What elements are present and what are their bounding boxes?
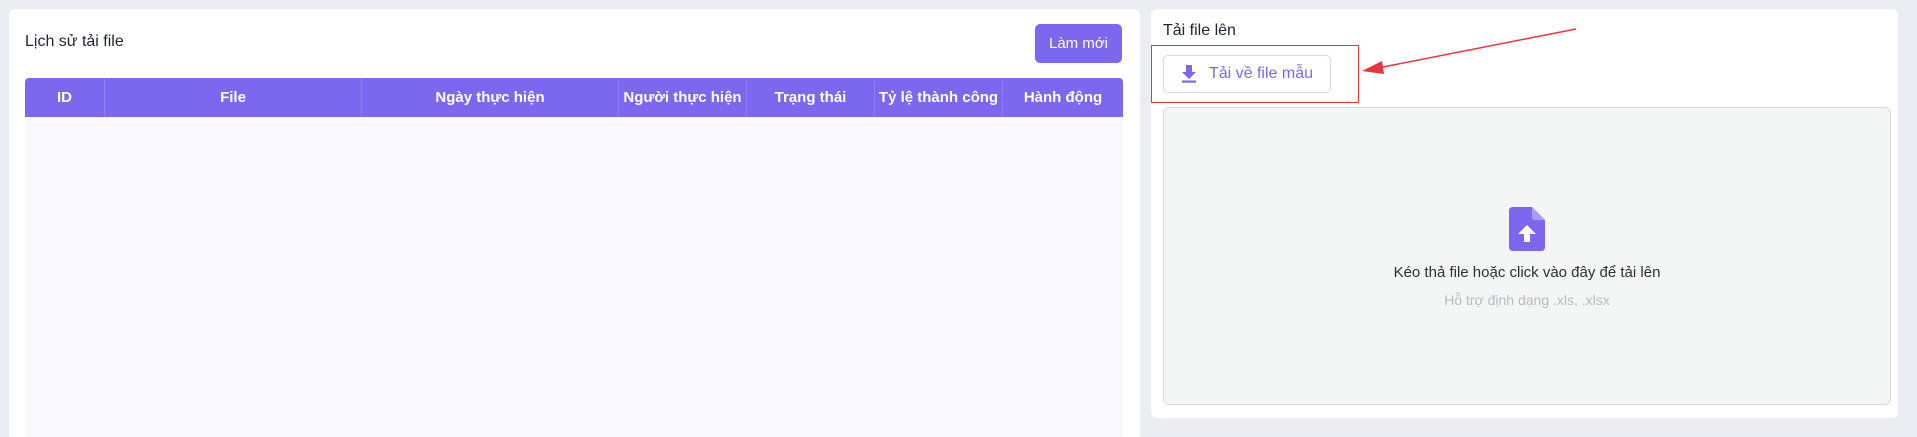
column-header-id[interactable]: ID (25, 78, 105, 117)
upload-title: Tải file lên (1163, 22, 1236, 39)
download-icon (1181, 65, 1197, 83)
column-header-file[interactable]: File (105, 78, 362, 117)
file-upload-icon (1509, 207, 1545, 256)
history-card: Lịch sử tải file Làm mới ID File Ngày th… (9, 9, 1140, 437)
history-table: ID File Ngày thực hiện Người thực hiện T… (25, 78, 1123, 437)
column-header-status[interactable]: Trạng thái (747, 78, 875, 117)
download-template-label: Tải về file mẫu (1208, 65, 1314, 82)
column-header-date[interactable]: Ngày thực hiện (362, 78, 619, 117)
refresh-button[interactable]: Làm mới (1035, 24, 1122, 63)
column-header-success-rate[interactable]: Tỷ lệ thành công (875, 78, 1003, 117)
table-header: ID File Ngày thực hiện Người thực hiện T… (25, 78, 1123, 117)
upload-card: Tải file lên Tải về file mẫu Kéo thả fil… (1151, 9, 1898, 418)
dropzone-text: Kéo thả file hoặc click vào đây để tải l… (1393, 264, 1661, 281)
column-header-actions[interactable]: Hành động (1003, 78, 1123, 117)
import-page: Lịch sử tải file Làm mới ID File Ngày th… (0, 0, 1917, 437)
dropzone-hint: Hỗ trợ định dạng .xls, .xlsx (1444, 292, 1610, 308)
file-dropzone[interactable]: Kéo thả file hoặc click vào đây để tải l… (1163, 107, 1891, 405)
history-title: Lịch sử tải file (25, 33, 124, 50)
column-header-user[interactable]: Người thực hiện (619, 78, 747, 117)
download-template-button[interactable]: Tải về file mẫu (1163, 55, 1331, 93)
